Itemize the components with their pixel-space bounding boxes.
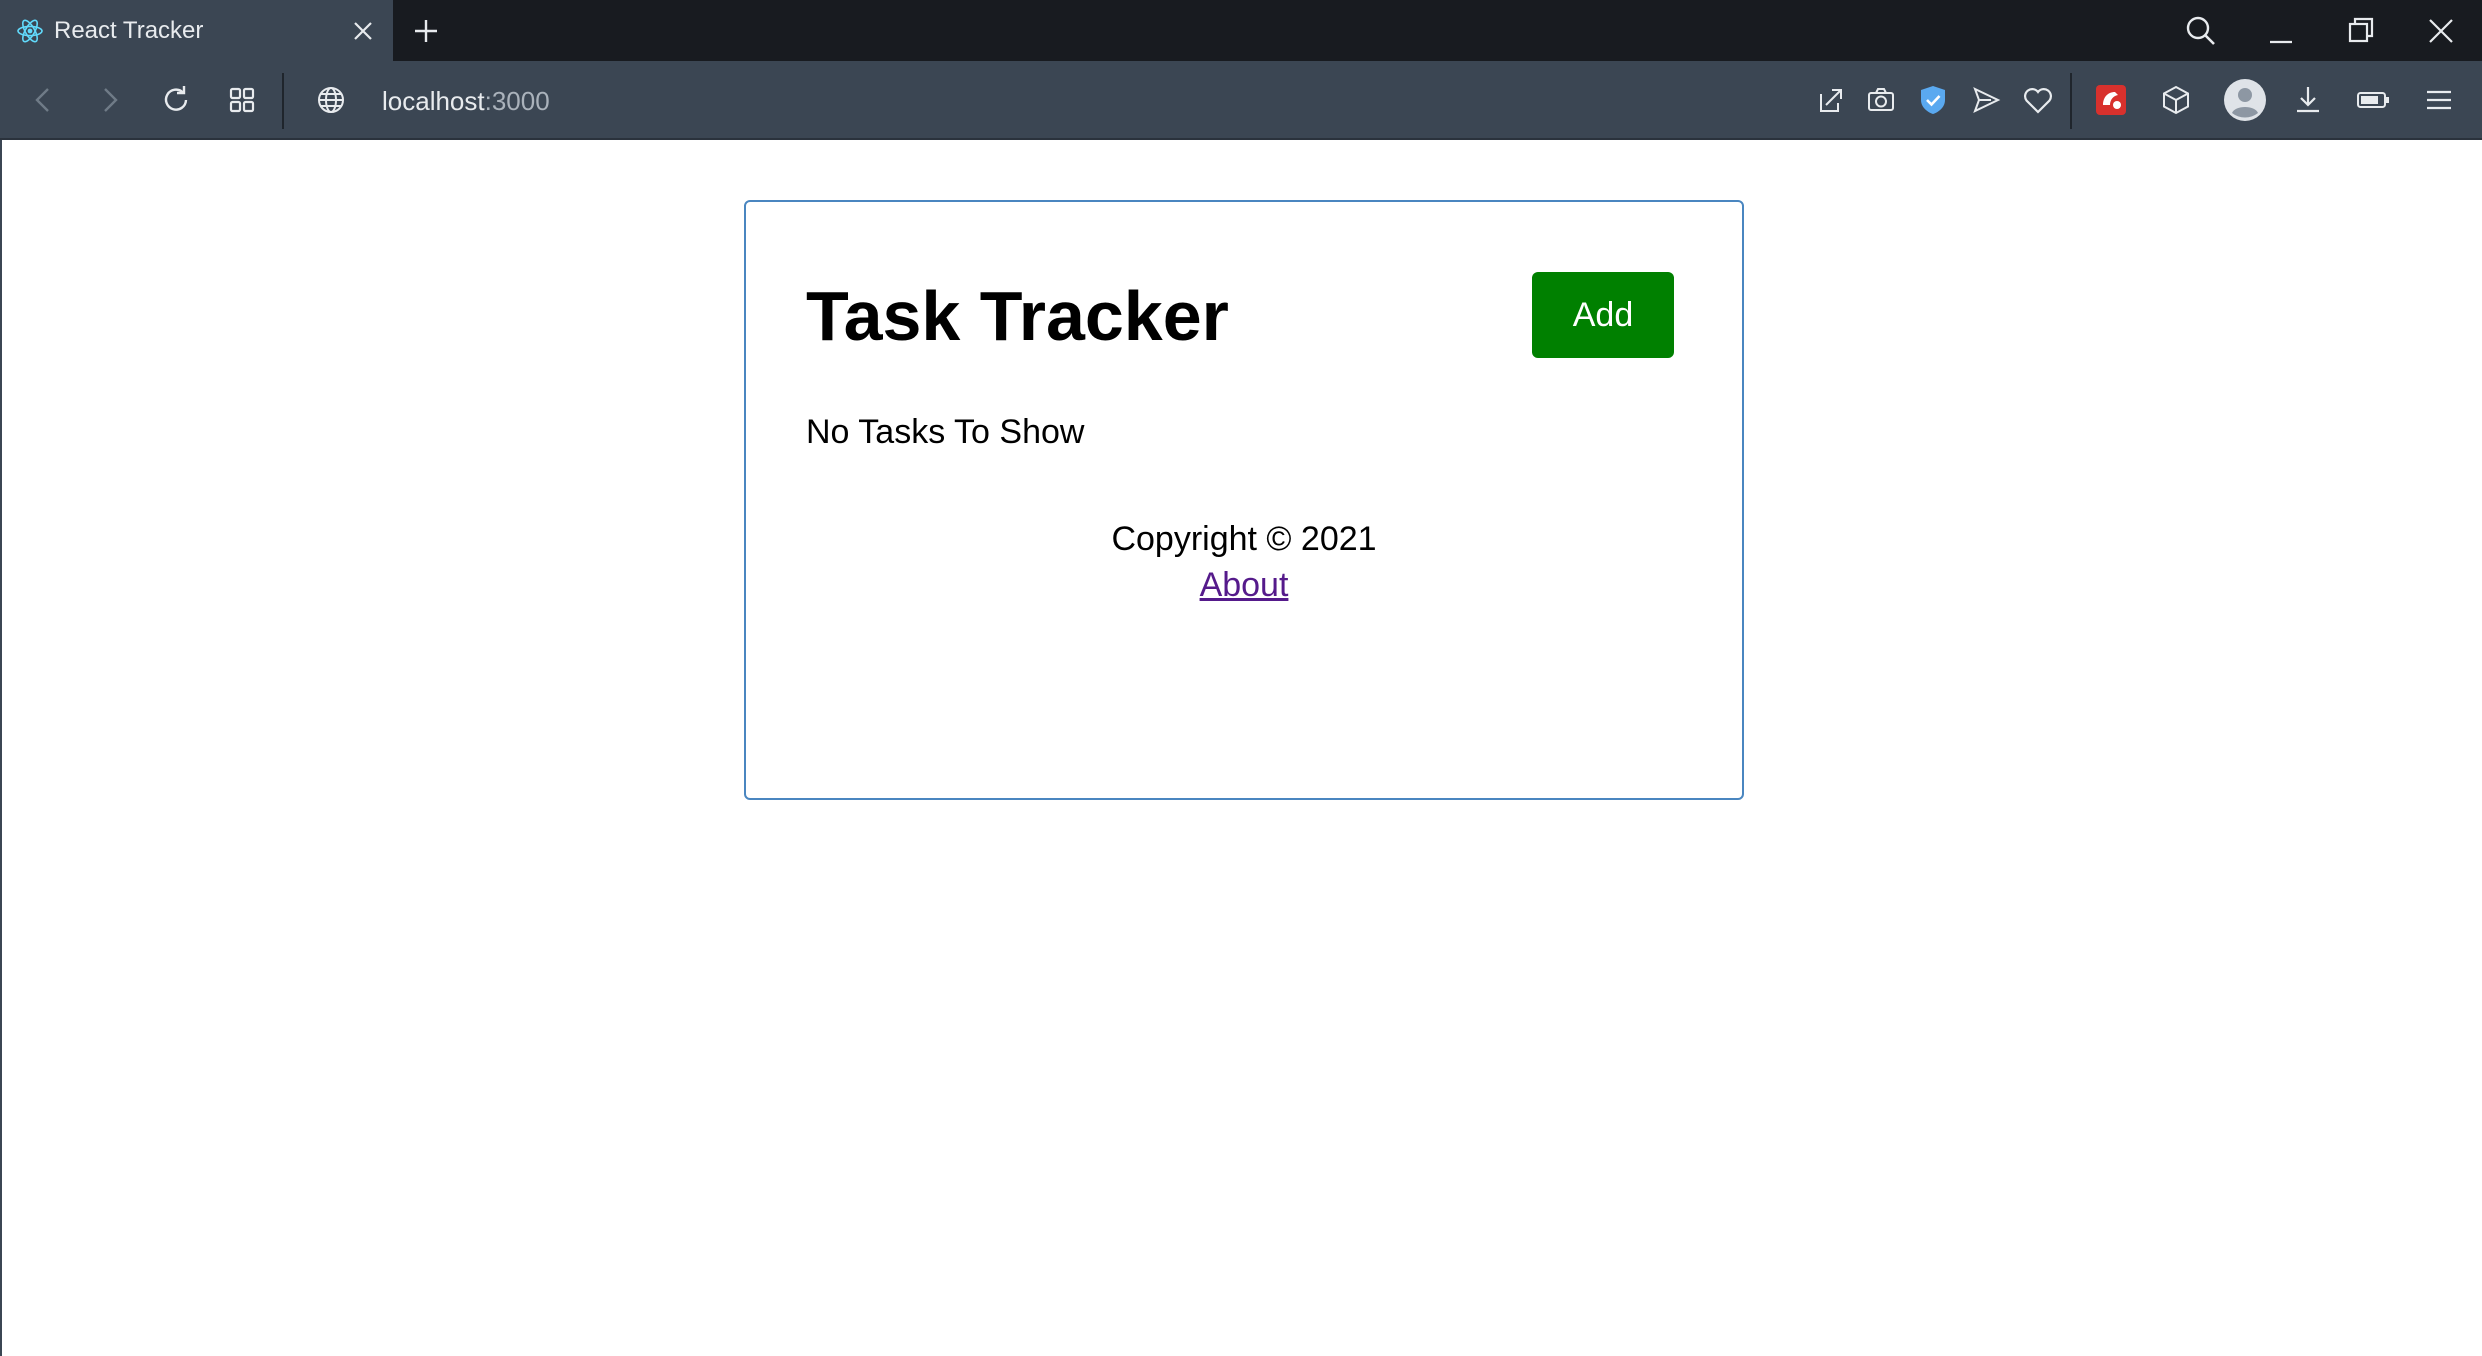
tab-react-tracker[interactable]: React Tracker — [0, 0, 393, 61]
page-title: Task Tracker — [806, 277, 1229, 355]
cube-icon[interactable] — [2157, 81, 2195, 119]
menu-icon[interactable] — [2420, 81, 2458, 119]
address-bar[interactable]: localhost:3000 — [382, 83, 550, 119]
toolbar-divider — [282, 73, 284, 129]
add-button[interactable]: Add — [1532, 272, 1674, 358]
search-icon[interactable] — [2182, 12, 2220, 50]
shield-icon[interactable] — [1914, 81, 1952, 119]
copyright-text: Copyright © 2021 — [1111, 520, 1377, 558]
share-icon[interactable] — [1811, 81, 1849, 119]
forward-icon[interactable] — [90, 81, 128, 119]
tab-title: React Tracker — [54, 17, 204, 44]
close-icon[interactable] — [348, 16, 378, 46]
toolbar-divider-2 — [2070, 73, 2072, 129]
battery-icon[interactable] — [2354, 81, 2392, 119]
footer: Copyright © 2021 About — [746, 516, 1742, 608]
extension-icon[interactable] — [2092, 81, 2130, 119]
react-atom-icon — [17, 19, 43, 43]
globe-icon[interactable] — [312, 81, 350, 119]
page-viewport: Task Tracker Add No Tasks To Show Copyri… — [0, 140, 2482, 1356]
camera-icon[interactable] — [1862, 81, 1900, 119]
reload-icon[interactable] — [157, 81, 195, 119]
address-host: localhost — [382, 86, 485, 116]
plus-icon[interactable] — [409, 14, 443, 48]
tiles-icon[interactable] — [223, 81, 261, 119]
close-window-icon[interactable] — [2422, 12, 2460, 50]
tracker-container: Task Tracker Add No Tasks To Show Copyri… — [744, 200, 1744, 800]
send-icon[interactable] — [1967, 81, 2005, 119]
profile-icon[interactable] — [2222, 77, 2268, 123]
download-icon[interactable] — [2289, 81, 2327, 119]
tab-strip: React Tracker — [0, 0, 2482, 61]
empty-tasks-message: No Tasks To Show — [806, 413, 1085, 451]
minimize-icon[interactable] — [2262, 12, 2300, 50]
about-link[interactable]: About — [1200, 562, 1289, 608]
browser-window: React Tracker localhost:3000 Task Tracke… — [0, 0, 2482, 1356]
browser-toolbar: localhost:3000 — [0, 61, 2482, 140]
address-port: :3000 — [484, 86, 550, 116]
heart-icon[interactable] — [2019, 81, 2057, 119]
back-icon[interactable] — [25, 81, 63, 119]
restore-icon[interactable] — [2342, 12, 2380, 50]
